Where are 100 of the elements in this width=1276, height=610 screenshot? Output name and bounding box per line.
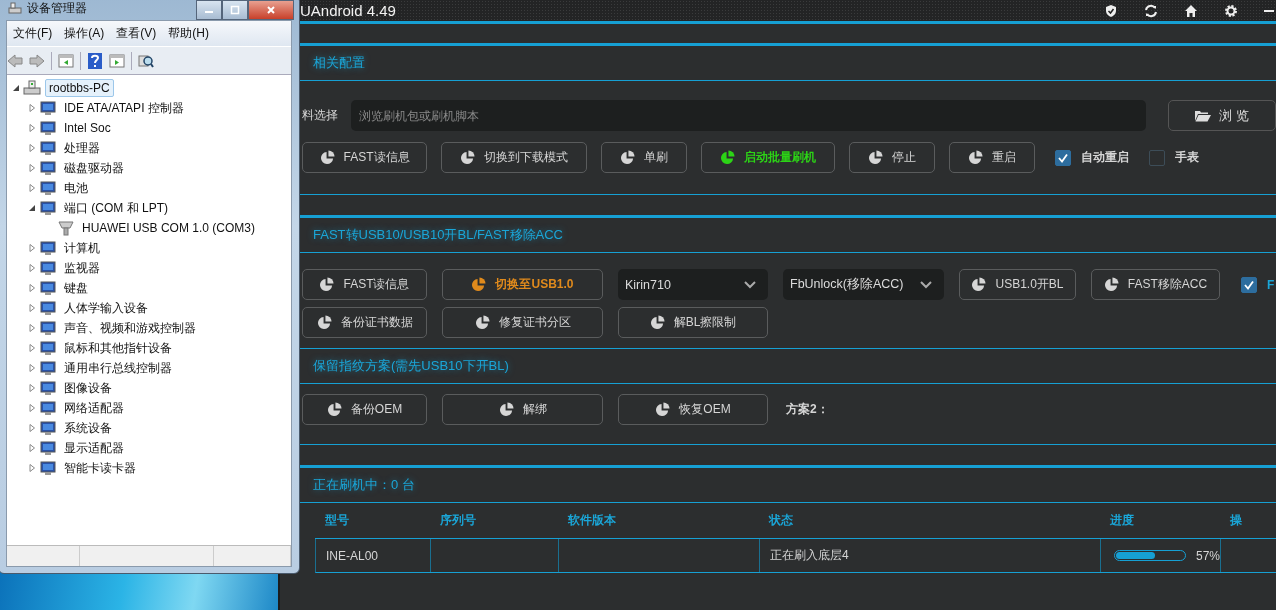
field-label: 料选择 [302, 107, 339, 124]
expander-icon[interactable] [28, 204, 36, 212]
tree-item[interactable]: 磁盘驱动器 [61, 158, 127, 178]
scan-hardware-icon[interactable] [138, 52, 154, 69]
column-header: 操 [1229, 512, 1243, 529]
port-icon [57, 220, 75, 236]
column-header: 进度 [1109, 512, 1135, 529]
tree-item[interactable]: 声音、视频和游戏控制器 [61, 318, 199, 338]
tree-item[interactable]: IDE ATA/ATAPI 控制器 [61, 98, 187, 118]
computer-icon [23, 80, 41, 96]
progress-text: 57% [1195, 548, 1220, 563]
chevron-down-icon [744, 280, 756, 289]
checkbox-label: F [1267, 277, 1275, 292]
device-icon [39, 400, 57, 416]
chevron-down-icon [920, 280, 932, 289]
device-icon [39, 380, 57, 396]
device-icon [39, 100, 57, 116]
file-path-field[interactable]: 浏览刷机包或刷机脚本 [351, 100, 1146, 131]
action-button[interactable]: 备份证书数据 [302, 307, 427, 338]
forward-arrow-icon[interactable] [29, 52, 45, 69]
tree-item[interactable]: 计算机 [61, 238, 103, 258]
device-icon [39, 300, 57, 316]
menu-item[interactable]: 查看(V) [110, 25, 163, 42]
maximize-icon [230, 5, 240, 15]
action-button[interactable]: FAST读信息 [302, 269, 427, 300]
menu-item[interactable]: 操作(A) [58, 25, 111, 42]
shield-icon[interactable] [1104, 3, 1118, 18]
browse-button[interactable]: 浏 览 [1167, 100, 1276, 131]
action-button[interactable]: FAST读信息 [302, 142, 427, 173]
option-label: 方案2： [786, 401, 830, 418]
action-button[interactable]: 解绑 [442, 394, 603, 425]
checkbox-label: 自动重启 [1081, 149, 1129, 166]
action-button[interactable]: 启动批量刷机 [701, 142, 835, 173]
tree-item[interactable]: 人体学输入设备 [61, 298, 151, 318]
action-button[interactable]: 切换至USB1.0 [442, 269, 603, 300]
expander-icon[interactable] [12, 84, 20, 92]
device-icon [39, 420, 57, 436]
checkbox[interactable] [1055, 149, 1071, 166]
action-button[interactable]: 重启 [949, 142, 1035, 173]
action-button[interactable]: 恢复OEM [618, 394, 768, 425]
window-pane-icon[interactable] [58, 52, 74, 69]
device-icon [39, 340, 57, 356]
tree-item[interactable]: 鼠标和其他指针设备 [61, 338, 175, 358]
computer-icon [8, 2, 22, 14]
action-button[interactable]: 单刷 [601, 142, 687, 173]
table-cell: INE-AL00 [316, 539, 431, 572]
help-icon[interactable] [87, 52, 103, 69]
maximize-button[interactable] [222, 0, 248, 20]
tree-item[interactable]: 处理器 [61, 138, 103, 158]
tree-item[interactable]: 显示适配器 [61, 438, 127, 458]
minimize-button[interactable] [196, 0, 222, 20]
action-button[interactable]: 备份OEM [302, 394, 427, 425]
device-icon [39, 120, 57, 136]
tree-item[interactable]: 网络适配器 [61, 398, 127, 418]
dropdown[interactable]: Kirin710 [618, 269, 768, 300]
tree-item[interactable]: 键盘 [61, 278, 91, 298]
column-header: 软件版本 [567, 512, 617, 529]
tree-item[interactable]: 系统设备 [61, 418, 115, 438]
window-pane-icon[interactable] [109, 52, 125, 69]
home-icon[interactable] [1184, 3, 1198, 18]
folder-icon [1195, 109, 1211, 122]
column-header: 型号 [324, 512, 350, 529]
tree-item[interactable]: 通用串行总线控制器 [61, 358, 175, 378]
checkbox-label: 手表 [1175, 149, 1199, 166]
menu-item[interactable]: 文件(F) [7, 25, 59, 42]
checkbox[interactable] [1241, 276, 1257, 293]
action-button[interactable]: FAST移除ACC [1091, 269, 1220, 300]
device-icon [39, 320, 57, 336]
tree-item[interactable]: Intel Soc [61, 120, 114, 136]
action-button[interactable]: 停止 [849, 142, 935, 173]
action-button[interactable]: USB1.0开BL [959, 269, 1076, 300]
close-icon [266, 5, 276, 15]
tree-item[interactable]: 智能卡读卡器 [61, 458, 139, 478]
device-icon [39, 260, 57, 276]
tree-item[interactable]: rootbbs-PC [45, 79, 114, 97]
tree-item[interactable]: 图像设备 [61, 378, 115, 398]
device-icon [39, 440, 57, 456]
table-cell: 正在刷入底层4 [760, 539, 1101, 572]
checkbox[interactable] [1149, 149, 1165, 166]
dropdown[interactable]: FbUnlock(移除ACC) [783, 269, 944, 300]
action-button[interactable]: 切换到下载模式 [441, 142, 587, 173]
tree-item[interactable]: 监视器 [61, 258, 103, 278]
tree-item[interactable]: 端口 (COM 和 LPT) [61, 198, 171, 218]
device-icon [39, 360, 57, 376]
column-header: 状态 [767, 512, 794, 529]
refresh-icon[interactable] [1144, 3, 1158, 18]
action-button[interactable]: 解BL擦限制 [618, 307, 768, 338]
settings-icon[interactable] [1224, 3, 1238, 18]
close-button[interactable] [248, 0, 294, 20]
window-title: 设备管理器 [27, 0, 87, 17]
device-icon [39, 460, 57, 476]
device-icon [39, 140, 57, 156]
device-icon [39, 200, 57, 216]
column-header: 序列号 [439, 512, 477, 529]
back-arrow-icon[interactable] [7, 52, 23, 69]
menu-item[interactable]: 帮助(H) [162, 25, 215, 42]
tree-item[interactable]: HUAWEI USB COM 1.0 (COM3) [79, 220, 258, 236]
tree-item[interactable]: 电池 [61, 178, 91, 198]
action-button[interactable]: 修复证书分区 [442, 307, 603, 338]
device-icon [39, 240, 57, 256]
